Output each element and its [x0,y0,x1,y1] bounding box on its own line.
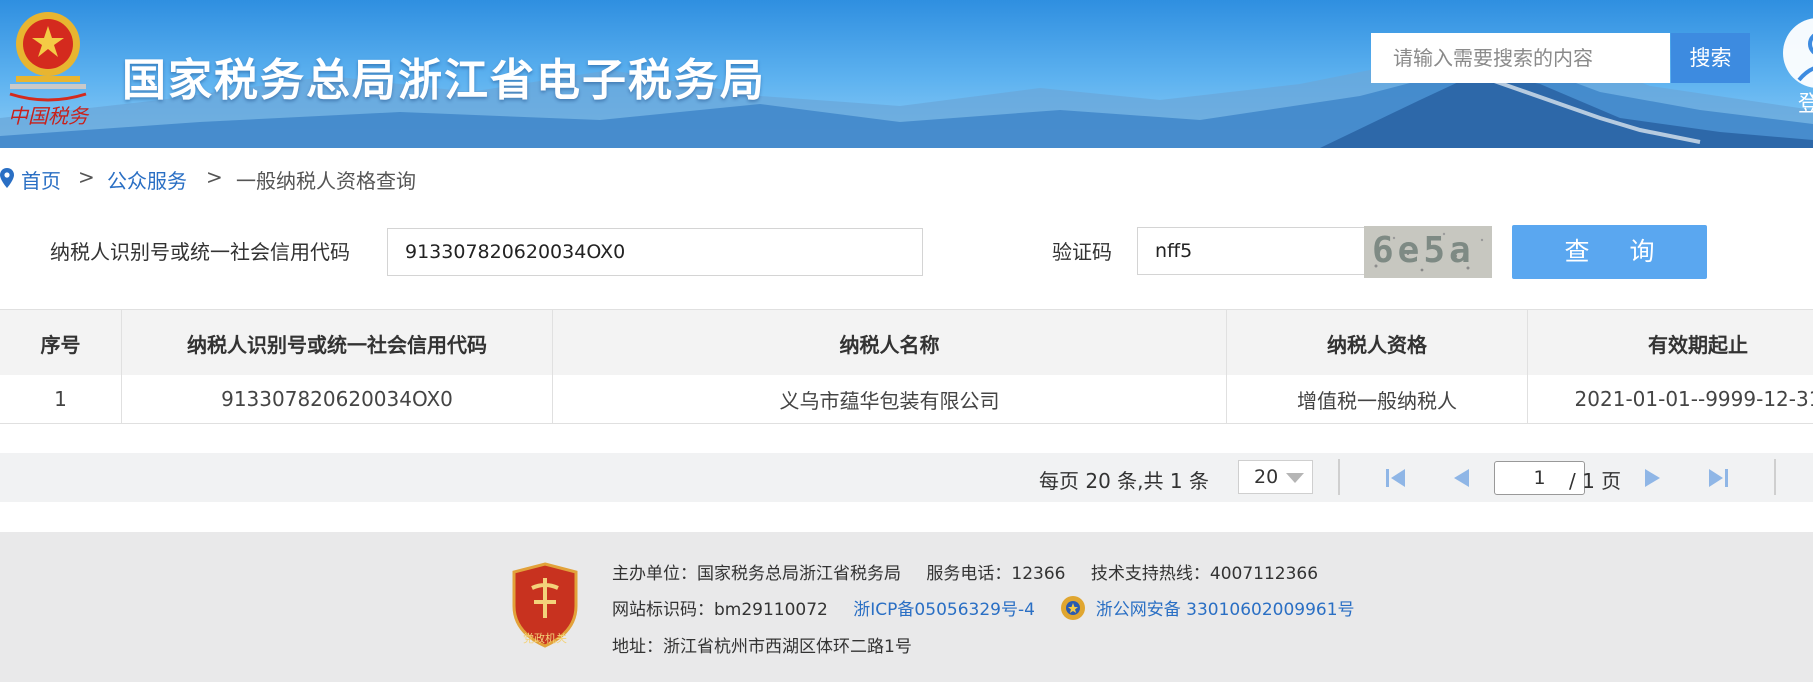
table-row: 1 913307820620034OX0 义乌市蕴华包装有限公司 增值税一般纳税… [0,375,1813,424]
column-header-qualification: 纳税人资格 [1227,310,1528,376]
taxpayer-id-label: 纳税人识别号或统一社会信用代码 [50,240,350,264]
table-header-row: 序号 纳税人识别号或统一社会信用代码 纳税人名称 纳税人资格 有效期起止 [0,309,1813,377]
captcha-label: 验证码 [1052,240,1112,264]
search-input[interactable] [1371,33,1670,83]
breadcrumb-home-link[interactable]: 首页 [21,165,61,194]
cell-validity: 2021-01-01--9999-12-31 [1574,387,1813,411]
last-page-icon[interactable] [1705,465,1731,491]
breadcrumb-separator: > [206,165,223,189]
user-icon [1797,33,1813,82]
column-header-taxpayer-name: 纳税人名称 [553,310,1227,376]
column-header-validity: 有效期起止 [1648,332,1748,357]
cell-taxpayer-id: 913307820620034OX0 [122,375,553,423]
login-avatar-button[interactable] [1783,18,1813,88]
badge-caption: 党政机关 [523,632,567,645]
query-button[interactable]: 查 询 [1512,225,1707,279]
breadcrumb-current-page: 一般纳税人资格查询 [236,169,416,193]
search-button[interactable]: 搜索 [1671,33,1750,83]
cell-qualification: 增值税一般纳税人 [1227,375,1528,423]
footer-site-id: 网站标识码：bm29110072 [612,600,828,620]
pagination-bar: 每页 20 条,共 1 条 20 1 / 1 页 [0,453,1813,502]
footer-icp-link[interactable]: 浙ICP备05056329号-4 [853,600,1035,620]
pagination-info: 每页 20 条,共 1 条 [1039,469,1209,493]
login-label[interactable]: 登 [1798,86,1813,118]
page-size-value: 20 [1254,466,1279,488]
pagination-divider [1338,459,1340,495]
footer-address: 地址：浙江省杭州市西湖区体环二路1号 [612,637,912,657]
breadcrumb-public-service-link[interactable]: 公众服务 [107,165,187,194]
location-pin-icon [0,168,14,188]
footer-police-record-link[interactable]: 浙公网安备 33010602009961号 [1096,600,1355,620]
next-page-icon[interactable] [1639,465,1665,491]
cell-index: 1 [0,375,122,423]
site-title: 国家税务总局浙江省电子税务局 [122,55,766,106]
chevron-down-icon [1286,473,1304,483]
footer-line-contact: 主办单位：国家税务总局浙江省税务局 服务电话：12366 技术支持热线：4007… [612,559,1318,584]
emblem-caption: 中国税务 [8,104,88,128]
captcha-input[interactable] [1137,227,1367,275]
cell-taxpayer-name: 义乌市蕴华包装有限公司 [553,375,1227,423]
footer-sponsor: 主办单位：国家税务总局浙江省税务局 [612,564,901,584]
previous-page-icon[interactable] [1449,465,1475,491]
footer-service-phone: 服务电话：12366 [926,564,1066,584]
pagination-divider [1774,459,1776,495]
column-header-taxpayer-id: 纳税人识别号或统一社会信用代码 [122,310,553,376]
column-header-index: 序号 [0,310,122,376]
footer-support-hotline: 技术支持热线：4007112366 [1090,564,1319,584]
breadcrumb-separator: > [78,165,95,189]
site-footer: 党政机关 主办单位：国家税务总局浙江省税务局 服务电话：12366 技术支持热线… [0,532,1813,682]
first-page-icon[interactable] [1383,465,1409,491]
captcha-image-text: 6e5a [1372,230,1475,271]
total-pages-label: / 1 页 [1569,469,1622,493]
site-header: 中国税务 国家税务总局浙江省电子税务局 搜索 登 [0,0,1813,148]
taxpayer-id-input[interactable] [387,228,923,276]
police-badge-icon [1061,596,1086,620]
page-size-select[interactable]: 20 [1238,460,1313,494]
footer-line-records: 网站标识码：bm29110072 浙ICP备05056329号-4 浙公网安备 … [612,595,1355,623]
captcha-image[interactable]: 6e5a [1364,226,1492,278]
